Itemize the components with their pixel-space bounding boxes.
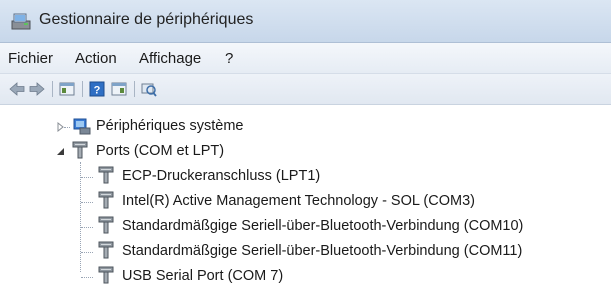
tree-label-system-devices: Périphériques système bbox=[96, 118, 244, 134]
window-title: Gestionnaire de périphériques bbox=[39, 11, 254, 28]
collapse-arrow-icon[interactable] bbox=[56, 147, 66, 157]
menu-view[interactable]: Affichage bbox=[139, 50, 201, 67]
tree-label-ports: Ports (COM et LPT) bbox=[96, 143, 225, 159]
port-icon bbox=[98, 166, 114, 184]
tree-connector bbox=[64, 127, 70, 128]
port-icon bbox=[98, 191, 114, 209]
menu-action[interactable]: Action bbox=[75, 50, 117, 67]
help-icon[interactable]: ? bbox=[88, 80, 106, 98]
toolbar-separator bbox=[52, 81, 53, 97]
device-manager-icon bbox=[11, 13, 31, 30]
system-devices-icon bbox=[73, 118, 91, 135]
port-icon bbox=[98, 266, 114, 284]
svg-text:?: ? bbox=[94, 85, 101, 97]
tree-item-label: USB Serial Port (COM 7) bbox=[122, 268, 284, 284]
toolbar-separator bbox=[82, 81, 83, 97]
tree-item-port[interactable]: ECP-Druckeranschluss (LPT1) bbox=[0, 166, 611, 187]
device-tree: Périphériques système Ports (COM et LPT) bbox=[0, 105, 611, 291]
view-icon[interactable] bbox=[110, 80, 128, 98]
tree-connector bbox=[81, 202, 93, 203]
tree-node-ports[interactable]: Ports (COM et LPT) bbox=[0, 141, 611, 162]
tree-item-port[interactable]: Standardmäßgige Seriell-über-Bluetooth-V… bbox=[0, 241, 611, 262]
menu-bar: Fichier Action Affichage ? bbox=[0, 43, 611, 74]
menu-help[interactable]: ? bbox=[225, 50, 233, 67]
back-icon[interactable] bbox=[8, 80, 26, 98]
tree-item-port[interactable]: Intel(R) Active Management Technology - … bbox=[0, 191, 611, 212]
scan-hardware-icon[interactable] bbox=[140, 80, 158, 98]
device-manager-window: Gestionnaire de périphériques Fichier Ac… bbox=[0, 0, 611, 291]
port-icon bbox=[98, 241, 114, 259]
port-icon bbox=[72, 141, 88, 159]
tree-item-label: Standardmäßgige Seriell-über-Bluetooth-V… bbox=[122, 218, 524, 234]
tree-node-system-devices[interactable]: Périphériques système bbox=[0, 117, 611, 137]
tree-item-port[interactable]: Standardmäßgige Seriell-über-Bluetooth-V… bbox=[0, 216, 611, 237]
tree-connector bbox=[81, 227, 93, 228]
tree-connector bbox=[81, 252, 93, 253]
tree-item-label: Standardmäßgige Seriell-über-Bluetooth-V… bbox=[122, 243, 523, 259]
menu-file[interactable]: Fichier bbox=[8, 50, 53, 67]
tree-item-label: Intel(R) Active Management Technology - … bbox=[122, 193, 475, 209]
toolbar-separator bbox=[134, 81, 135, 97]
tree-item-port[interactable]: USB Serial Port (COM 7) bbox=[0, 266, 611, 287]
forward-icon[interactable] bbox=[28, 80, 46, 98]
tree-connector bbox=[81, 277, 93, 278]
properties-icon[interactable] bbox=[58, 80, 76, 98]
port-icon bbox=[98, 216, 114, 234]
title-bar[interactable]: Gestionnaire de périphériques bbox=[0, 0, 611, 43]
tree-connector bbox=[81, 177, 93, 178]
tree-item-label: ECP-Druckeranschluss (LPT1) bbox=[122, 168, 321, 184]
toolbar: ? bbox=[0, 74, 611, 105]
